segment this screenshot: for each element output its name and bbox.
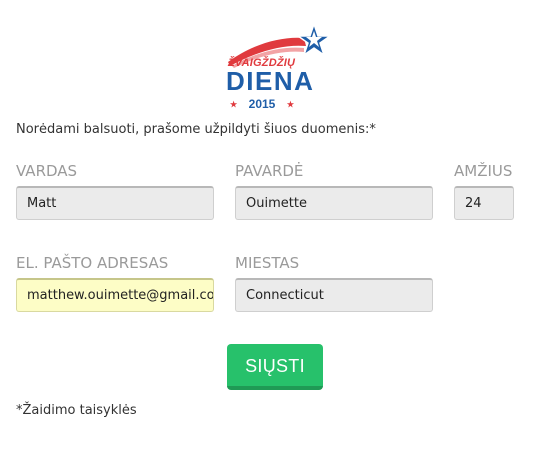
form-instructions: Norėdami balsuoti, prašome užpildyti šiu… [16,122,376,137]
star-icon: ★ [230,99,238,109]
event-logo: ŽVAIGŽDŽIŲ DIENA ★ 2015 ★ [222,22,332,114]
vote-form-page: ŽVAIGŽDŽIŲ DIENA ★ 2015 ★ Norėdami balsu… [0,0,540,458]
city-label: MIESTAS [235,254,300,272]
email-label: EL. PAŠTO ADRESAS [16,254,169,272]
game-rules-link[interactable]: *Žaidimo taisyklės [16,403,137,418]
name-field[interactable]: Matt [16,186,214,220]
submit-button[interactable]: SIŲSTI [227,344,323,390]
logo-main-text: DIENA [226,66,315,96]
logo-year: 2015 [248,97,276,111]
city-field[interactable]: Connecticut [235,278,433,312]
email-field[interactable]: matthew.ouimette@gmail.com [16,278,214,312]
logo-year-row: ★ 2015 ★ [230,97,294,111]
age-field[interactable]: 24 [454,186,514,220]
surname-label: PAVARDĖ [235,162,304,180]
age-label: AMŽIUS [454,162,513,180]
name-label: VARDAS [16,162,78,180]
star-icon: ★ [286,99,294,109]
surname-field[interactable]: Ouimette [235,186,433,220]
